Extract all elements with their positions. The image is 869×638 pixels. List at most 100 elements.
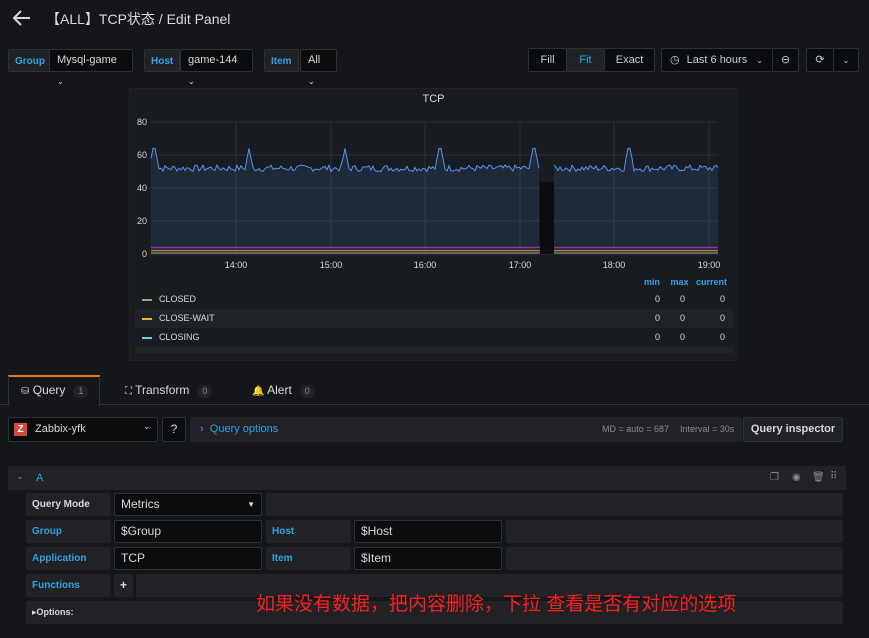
database-icon: ⛁ bbox=[21, 386, 30, 397]
series-area bbox=[554, 148, 718, 254]
y-tick-label: 0 bbox=[142, 249, 147, 259]
legend-color-swatch bbox=[142, 299, 152, 301]
chevron-down-icon: ⌄ bbox=[57, 77, 64, 86]
collapse-chevron-icon[interactable]: ⌄ bbox=[16, 471, 24, 482]
chevron-down-icon: ⌄ bbox=[756, 56, 763, 65]
legend-header-max[interactable]: max bbox=[663, 277, 689, 287]
exact-button[interactable]: Exact bbox=[604, 48, 655, 72]
x-tick-label: 17:00 bbox=[509, 260, 532, 270]
variable-label-item: Item bbox=[264, 49, 299, 72]
refresh-button[interactable]: ⟳ bbox=[806, 48, 834, 72]
x-tick-label: 15:00 bbox=[320, 260, 343, 270]
item-label: Item bbox=[266, 547, 351, 570]
chevron-down-icon: ⌄ bbox=[188, 77, 195, 86]
annotation-note: 如果没有数据，把内容删除，下拉 查看是否有对应的选项 bbox=[256, 594, 737, 615]
query-mode-filler bbox=[266, 493, 843, 516]
tab-query[interactable]: ⛁ Query 1 bbox=[21, 375, 89, 406]
eye-icon[interactable]: ◉ bbox=[792, 472, 801, 483]
caret-down-icon: ▼ bbox=[247, 500, 255, 509]
application-input[interactable]: TCP bbox=[114, 547, 262, 570]
item-input[interactable]: $Item bbox=[354, 547, 502, 570]
legend-series-name: CLOSING bbox=[159, 332, 200, 342]
x-tick-label: 18:00 bbox=[603, 260, 626, 270]
add-function-button[interactable]: + bbox=[114, 574, 133, 597]
tab-alert[interactable]: 🔔 Alert 0 bbox=[252, 375, 315, 406]
legend-current: 0 bbox=[720, 313, 726, 323]
page-title: 【ALL】TCP状态 / Edit Panel bbox=[46, 11, 231, 27]
max-datapoints-info: MD = auto = 687 bbox=[602, 424, 670, 434]
refresh-interval-dropdown[interactable]: ⌄ bbox=[833, 48, 859, 72]
legend-min: 0 bbox=[655, 313, 661, 323]
fill-button[interactable]: Fill bbox=[528, 48, 567, 72]
series-area bbox=[151, 148, 539, 254]
plus-icon: + bbox=[119, 578, 127, 592]
refresh-icon: ⟳ bbox=[815, 54, 825, 66]
legend-min: 0 bbox=[655, 294, 661, 304]
help-button[interactable]: ? bbox=[162, 417, 186, 442]
legend-max: 0 bbox=[680, 313, 686, 323]
tab-transform[interactable]: ⛶ Transform 0 bbox=[125, 375, 213, 406]
host-filler bbox=[506, 520, 843, 543]
options-toggle[interactable]: ▸Options: bbox=[32, 607, 74, 618]
legend-current: 0 bbox=[720, 332, 726, 342]
variable-select-host[interactable]: game-144 ⌄ bbox=[180, 49, 253, 86]
y-tick-label: 40 bbox=[137, 183, 147, 193]
transform-icon: ⛶ bbox=[125, 386, 132, 397]
legend-current: 0 bbox=[720, 294, 726, 304]
legend-row[interactable]: CLOSED 0 0 0 bbox=[135, 290, 733, 309]
group-label: Group bbox=[26, 520, 111, 543]
legend-row[interactable]: CLOSE-WAIT 0 0 0 bbox=[135, 309, 733, 328]
variable-label-host: Host bbox=[144, 49, 181, 72]
host-label: Host bbox=[266, 520, 351, 543]
panel-title: TCP bbox=[422, 93, 445, 105]
legend-max: 0 bbox=[680, 294, 686, 304]
tcp-line-chart[interactable]: 0 20 40 60 80 14:00 15:00 16:00 17:00 18:00 19:00 bbox=[129, 108, 738, 278]
group-input[interactable]: $Group bbox=[114, 520, 262, 543]
y-tick-label: 80 bbox=[137, 117, 147, 127]
legend-series-name: CLOSE-WAIT bbox=[159, 313, 215, 323]
variable-select-group[interactable]: Mysql-game ⌄ bbox=[49, 49, 133, 86]
datasource-picker[interactable]: Z Zabbix-yfk ⌄ bbox=[8, 417, 158, 442]
duplicate-icon[interactable]: ❐ bbox=[770, 472, 779, 483]
fit-button[interactable]: Fit bbox=[566, 48, 605, 72]
legend-series-name: CLOSED bbox=[159, 294, 197, 304]
variable-select-item[interactable]: All ⌄ bbox=[300, 49, 337, 86]
zoom-out-button[interactable]: ⊖ bbox=[772, 48, 799, 72]
item-filler bbox=[506, 547, 843, 570]
legend-color-swatch bbox=[142, 337, 152, 339]
chevron-down-icon: ⌄ bbox=[308, 77, 315, 86]
host-input[interactable]: $Host bbox=[354, 520, 502, 543]
chevron-down-icon: ⌄ bbox=[842, 56, 850, 65]
x-tick-label: 19:00 bbox=[698, 260, 721, 270]
query-inspector-button[interactable]: Query inspector bbox=[743, 417, 843, 442]
y-tick-label: 60 bbox=[137, 150, 147, 160]
time-range-picker[interactable]: ◷ Last 6 hours ⌄ bbox=[661, 48, 773, 72]
legend-row[interactable]: CLOSING 0 0 0 bbox=[135, 328, 733, 347]
back-arrow-icon[interactable] bbox=[12, 9, 32, 27]
trash-icon[interactable]: 🗑 bbox=[812, 472, 825, 483]
drag-handle-icon[interactable]: ⠿ bbox=[830, 471, 837, 482]
x-tick-label: 16:00 bbox=[414, 260, 437, 270]
y-tick-label: 20 bbox=[137, 216, 147, 226]
low-series-area bbox=[151, 247, 540, 254]
legend-header-current[interactable]: current bbox=[691, 277, 727, 287]
query-row-header[interactable] bbox=[8, 466, 846, 490]
legend-table: CLOSED 0 0 0 CLOSE-WAIT 0 0 0 CLOSING 0 … bbox=[135, 290, 733, 358]
zoom-out-icon: ⊖ bbox=[780, 54, 791, 66]
legend-header-min[interactable]: min bbox=[640, 277, 660, 287]
x-tick-label: 14:00 bbox=[225, 260, 248, 270]
zabbix-logo-icon: Z bbox=[14, 423, 27, 436]
legend-min: 0 bbox=[655, 332, 661, 342]
clock-icon: ◷ bbox=[670, 54, 680, 66]
query-mode-select[interactable]: Metrics ▼ bbox=[114, 493, 262, 516]
data-gap bbox=[540, 182, 554, 254]
legend-color-swatch bbox=[142, 318, 152, 320]
chevron-down-icon: ⌄ bbox=[143, 421, 151, 431]
legend-max: 0 bbox=[680, 332, 686, 342]
bell-icon: 🔔 bbox=[252, 386, 265, 397]
query-options-toggle[interactable]: › Query options bbox=[200, 423, 278, 435]
functions-label: Functions bbox=[26, 574, 111, 597]
query-ref-id[interactable]: A bbox=[36, 472, 43, 484]
legend-row-cutoff bbox=[135, 347, 733, 353]
query-mode-label: Query Mode bbox=[26, 493, 111, 516]
